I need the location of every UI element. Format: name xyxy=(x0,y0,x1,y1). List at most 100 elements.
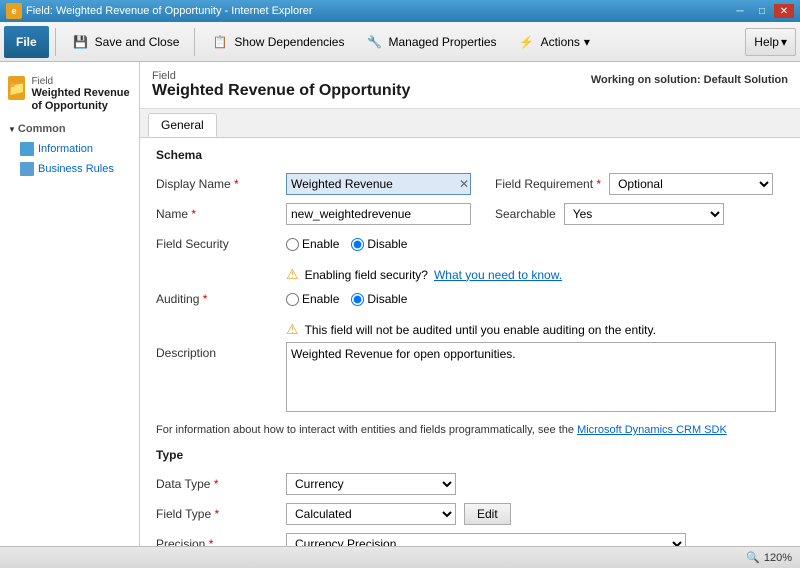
save-close-button[interactable]: 💾 Save and Close xyxy=(62,26,189,58)
file-button[interactable]: File xyxy=(4,26,49,58)
actions-chevron-icon: ▾ xyxy=(584,35,590,49)
precision-required: * xyxy=(209,537,214,546)
minimize-button[interactable]: ─ xyxy=(730,4,750,18)
display-name-input-wrapper: ✕ xyxy=(286,173,471,195)
display-name-required: * xyxy=(234,177,239,191)
title-bar: e Field: Weighted Revenue of Opportunity… xyxy=(0,0,800,22)
restore-button[interactable]: □ xyxy=(752,4,772,18)
tab-general[interactable]: General xyxy=(148,113,217,137)
sidebar-item-information[interactable]: Information xyxy=(0,139,139,159)
expand-icon: ▼ xyxy=(8,125,16,134)
sidebar-entity-name: Weighted Revenue of Opportunity xyxy=(31,87,131,113)
description-textarea[interactable]: Weighted Revenue for open opportunities. xyxy=(286,342,776,412)
data-type-label: Data Type * xyxy=(156,477,286,491)
toolbar-separator-2 xyxy=(194,28,195,56)
solution-info: Working on solution: Default Solution xyxy=(591,70,788,86)
show-dependencies-button[interactable]: 📋 Show Dependencies xyxy=(201,26,353,58)
zoom-level: 120% xyxy=(764,552,792,564)
field-security-enable-radio[interactable] xyxy=(286,238,299,251)
information-icon xyxy=(20,142,34,156)
ie-icon: e xyxy=(6,3,22,19)
auditing-warning-icon: ⚠ xyxy=(286,321,299,338)
info-text: For information about how to interact wi… xyxy=(156,418,784,444)
close-button[interactable]: ✕ xyxy=(774,4,794,18)
zoom-icon: 🔍 xyxy=(746,551,760,564)
field-type-label: Field Type * xyxy=(156,507,286,521)
actions-button[interactable]: ⚡ Actions ▾ xyxy=(508,26,599,58)
auditing-disable-option[interactable]: Disable xyxy=(351,292,407,306)
description-control: Weighted Revenue for open opportunities. xyxy=(286,342,784,412)
auditing-warning-text: This field will not be audited until you… xyxy=(305,323,656,337)
name-input[interactable] xyxy=(286,203,471,225)
field-security-label: Field Security xyxy=(156,237,286,251)
precision-row: Precision * Currency Precision 0 1 2 3 4 xyxy=(156,532,784,546)
form-content: Schema Display Name * ✕ Field Requiremen… xyxy=(140,138,800,546)
description-row: Description Weighted Revenue for open op… xyxy=(156,342,784,412)
display-name-clear-button[interactable]: ✕ xyxy=(459,177,469,191)
schema-section-title: Schema xyxy=(156,148,784,164)
field-type-dropdown[interactable]: Simple Calculated Rollup xyxy=(286,503,456,525)
field-security-disable-option[interactable]: Disable xyxy=(351,237,407,251)
name-required: * xyxy=(191,207,196,221)
field-security-warning-text: Enabling field security? xyxy=(305,268,428,282)
field-security-warning-row: ⚠ Enabling field security? What you need… xyxy=(156,262,784,287)
field-security-radio-group: Enable Disable xyxy=(286,237,407,251)
edit-button[interactable]: Edit xyxy=(464,503,511,525)
precision-select[interactable]: Currency Precision 0 1 2 3 4 xyxy=(287,536,685,546)
managed-properties-label: Managed Properties xyxy=(388,35,496,49)
managed-properties-button[interactable]: 🔧 Managed Properties xyxy=(355,26,505,58)
type-section-title: Type xyxy=(156,448,784,464)
entity-type-label: Field xyxy=(152,70,410,82)
dependencies-icon: 📋 xyxy=(210,32,230,52)
data-type-dropdown[interactable]: Currency Decimal Number Float Whole Numb… xyxy=(286,473,456,495)
field-type-required: * xyxy=(214,507,219,521)
display-name-label: Display Name * xyxy=(156,177,286,191)
field-type-select[interactable]: Simple Calculated Rollup xyxy=(287,506,455,522)
data-type-row: Data Type * Currency Decimal Number Floa… xyxy=(156,472,784,496)
name-control: Searchable Yes No xyxy=(286,203,784,225)
description-label: Description xyxy=(156,342,286,360)
field-security-link[interactable]: What you need to know. xyxy=(434,268,562,282)
auditing-enable-radio[interactable] xyxy=(286,293,299,306)
display-name-control: ✕ Field Requirement * Optional Business … xyxy=(286,173,784,195)
field-requirement-select[interactable]: Optional Business Recommended Business R… xyxy=(610,176,772,192)
sidebar: 📁 Field Weighted Revenue of Opportunity … xyxy=(0,62,140,546)
display-name-input[interactable] xyxy=(286,173,471,195)
searchable-select[interactable]: Yes No xyxy=(565,206,723,222)
precision-control: Currency Precision 0 1 2 3 4 xyxy=(286,533,784,546)
name-row: Name * Searchable Yes No xyxy=(156,202,784,226)
help-chevron-icon: ▾ xyxy=(781,35,787,49)
field-requirement-dropdown[interactable]: Optional Business Recommended Business R… xyxy=(609,173,773,195)
data-type-select[interactable]: Currency Decimal Number Float Whole Numb… xyxy=(287,476,455,492)
field-security-row: Field Security Enable Disable xyxy=(156,232,784,256)
business-rules-icon xyxy=(20,162,34,176)
help-label: Help xyxy=(754,35,779,49)
field-security-enable-option[interactable]: Enable xyxy=(286,237,339,251)
data-type-required: * xyxy=(214,477,219,491)
sidebar-item-business-rules[interactable]: Business Rules xyxy=(0,159,139,179)
toolbar: File 💾 Save and Close 📋 Show Dependencie… xyxy=(0,22,800,62)
auditing-disable-radio[interactable] xyxy=(351,293,364,306)
info-text-content: For information about how to interact wi… xyxy=(156,424,574,436)
properties-icon: 🔧 xyxy=(364,32,384,52)
save-close-label: Save and Close xyxy=(95,35,180,49)
field-security-control: Enable Disable xyxy=(286,237,784,251)
name-label: Name * xyxy=(156,207,286,221)
crm-sdk-link[interactable]: Microsoft Dynamics CRM SDK xyxy=(577,424,727,436)
field-security-warning-icon: ⚠ xyxy=(286,266,299,283)
auditing-radio-group: Enable Disable xyxy=(286,292,407,306)
auditing-warning-row: ⚠ This field will not be audited until y… xyxy=(156,317,784,342)
precision-label: Precision * xyxy=(156,537,286,546)
sidebar-common-section: ▼ Common xyxy=(0,119,139,139)
help-button[interactable]: Help ▾ xyxy=(745,28,796,56)
searchable-dropdown[interactable]: Yes No xyxy=(564,203,724,225)
auditing-row: Auditing * Enable Disable xyxy=(156,287,784,311)
auditing-required: * xyxy=(203,292,208,306)
precision-dropdown[interactable]: Currency Precision 0 1 2 3 4 xyxy=(286,533,686,546)
common-label: Common xyxy=(18,123,66,135)
auditing-control: Enable Disable xyxy=(286,292,784,306)
tab-bar: General xyxy=(140,109,800,138)
field-security-disable-radio[interactable] xyxy=(351,238,364,251)
auditing-enable-option[interactable]: Enable xyxy=(286,292,339,306)
display-name-row: Display Name * ✕ Field Requirement * Opt… xyxy=(156,172,784,196)
